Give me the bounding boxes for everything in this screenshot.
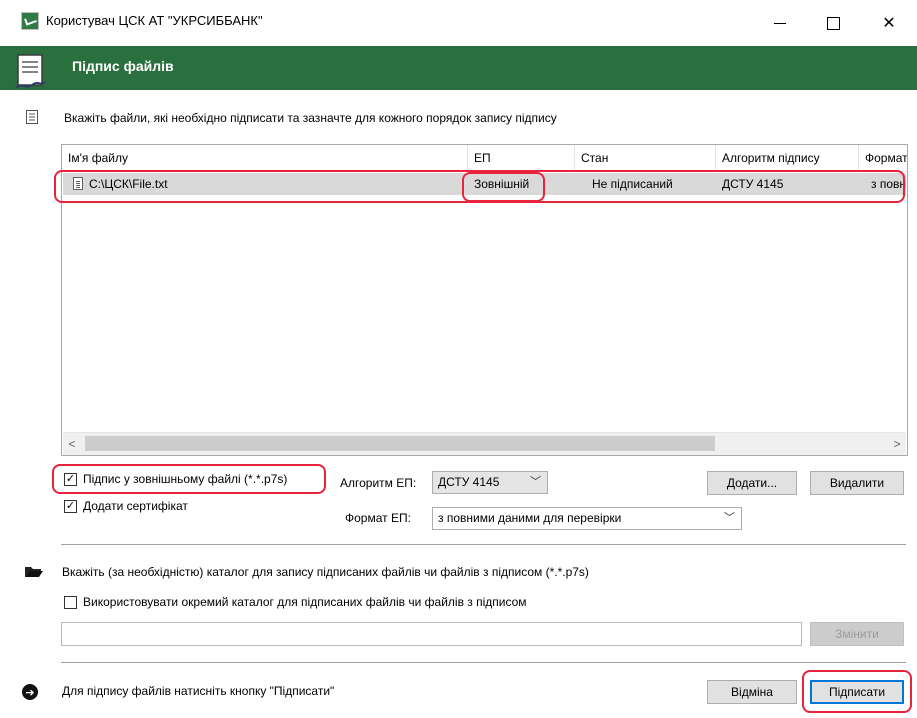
algorithm-select[interactable]: ДСТУ 4145 ﹀ xyxy=(432,471,548,494)
highlight-ep-outline xyxy=(462,172,545,202)
output-hint: Вкажіть (за необхідністю) каталог для за… xyxy=(62,565,589,579)
sign-button[interactable]: Підписати xyxy=(810,680,904,704)
output-path-field[interactable] xyxy=(61,622,802,646)
format-value: з повними даними для перевірки xyxy=(438,511,622,525)
column-header-algorithm[interactable]: Алгоритм підпису xyxy=(716,145,859,171)
external-signature-label[interactable]: Підпис у зовнішньому файлі (*.*.p7s) xyxy=(83,472,287,486)
dialog-header: Підпис файлів xyxy=(0,46,917,90)
column-header-ep[interactable]: ЕП xyxy=(468,145,575,171)
folder-open-icon xyxy=(25,567,43,577)
add-certificate-label[interactable]: Додати сертифікат xyxy=(83,499,188,513)
scroll-left-icon[interactable]: < xyxy=(63,433,81,455)
title-bar: Користувач ЦСК АТ "УКРСИББАНК" ✕ xyxy=(0,0,917,47)
close-icon: ✕ xyxy=(882,15,896,32)
format-label: Формат ЕП: xyxy=(345,511,411,525)
list-header: Ім'я файлу ЕП Стан Алгоритм підпису Форм… xyxy=(62,145,907,172)
maximize-button[interactable] xyxy=(810,0,856,46)
horizontal-scrollbar[interactable]: < > xyxy=(63,432,906,455)
separator xyxy=(61,544,906,545)
algorithm-value: ДСТУ 4145 xyxy=(438,475,500,489)
files-hint: Вкажіть файли, які необхідно підписати т… xyxy=(64,111,557,125)
close-button[interactable]: ✕ xyxy=(866,0,912,46)
chevron-down-icon: ﹀ xyxy=(724,512,735,524)
window-title: Користувач ЦСК АТ "УКРСИББАНК" xyxy=(46,13,263,28)
remove-files-button[interactable]: Видалити xyxy=(810,471,904,495)
add-files-button[interactable]: Додати... xyxy=(707,471,797,495)
scroll-right-icon[interactable]: > xyxy=(888,433,906,455)
add-certificate-checkbox[interactable]: ✓ xyxy=(64,500,77,513)
dialog-title: Підпис файлів xyxy=(72,58,174,74)
cancel-button[interactable]: Відміна xyxy=(707,680,797,704)
algorithm-label: Алгоритм ЕП: xyxy=(340,476,417,490)
document-list-icon xyxy=(26,110,38,124)
signed-document-icon xyxy=(15,54,46,89)
column-header-status[interactable]: Стан xyxy=(575,145,716,171)
maximize-icon xyxy=(826,16,840,30)
scrollbar-thumb[interactable] xyxy=(85,436,715,451)
column-header-format[interactable]: Формат ЕП xyxy=(859,145,907,171)
separate-dir-label[interactable]: Використовувати окремий каталог для підп… xyxy=(83,595,527,609)
chevron-down-icon: ﹀ xyxy=(530,476,541,488)
footer-hint: Для підпису файлів натисніть кнопку "Під… xyxy=(62,684,335,698)
change-dir-button[interactable]: Змінити xyxy=(810,622,904,646)
separator xyxy=(61,662,906,663)
separate-dir-checkbox[interactable] xyxy=(64,596,77,609)
external-signature-checkbox[interactable]: ✓ xyxy=(64,473,77,486)
minimize-button[interactable] xyxy=(757,0,803,46)
arrow-right-icon: ➔ xyxy=(22,684,38,700)
minimize-icon xyxy=(774,22,786,24)
format-select[interactable]: з повними даними для перевірки ﹀ xyxy=(432,507,742,530)
app-icon xyxy=(21,12,39,30)
column-header-file[interactable]: Ім'я файлу xyxy=(62,145,468,171)
